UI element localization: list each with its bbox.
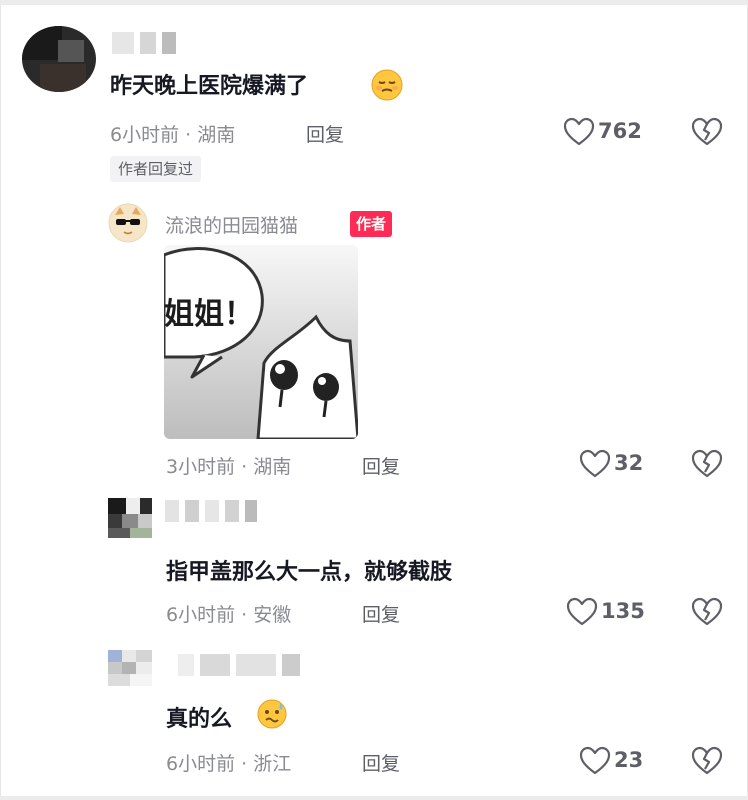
sticker-text: 姐姐！ [164, 297, 254, 332]
sleepy-emoji-icon [371, 69, 403, 101]
author-username[interactable]: 流浪的田园猫猫 [165, 211, 298, 238]
sticker-image[interactable]: 姐姐！ [164, 245, 358, 439]
username-blurred[interactable] [112, 32, 176, 54]
reply-button[interactable]: 回复 [362, 600, 400, 627]
like-count: 762 [598, 119, 642, 143]
author-avatar[interactable] [108, 203, 148, 243]
reply-button[interactable]: 回复 [362, 749, 400, 776]
bottom-divider [0, 796, 748, 800]
comment-text: 昨天晚上医院爆满了 [110, 74, 309, 99]
comment-meta: 6小时前 · 湖南 [110, 124, 236, 146]
author-reply-meta: 3小时前 · 湖南 [166, 456, 292, 478]
like-count: 135 [601, 599, 645, 623]
avatar[interactable] [108, 498, 152, 538]
broken-heart-icon[interactable] [690, 746, 724, 776]
broken-heart-icon[interactable] [690, 449, 724, 479]
sweat-emoji-icon [257, 699, 287, 729]
reply-button[interactable]: 回复 [306, 120, 344, 147]
top-divider [0, 0, 748, 5]
reply-text: 指甲盖那么大一点，就够截肢 [166, 560, 453, 585]
username-blurred[interactable] [178, 654, 300, 676]
broken-heart-icon[interactable] [690, 597, 724, 627]
broken-heart-icon[interactable] [690, 117, 724, 147]
heart-outline-icon[interactable] [578, 449, 612, 479]
username-blurred[interactable] [165, 500, 257, 522]
avatar[interactable] [22, 26, 96, 92]
reply-button[interactable]: 回复 [362, 452, 400, 479]
author-badge: 作者 [350, 211, 393, 237]
heart-outline-icon[interactable] [562, 117, 596, 147]
avatar[interactable] [108, 650, 152, 686]
heart-outline-icon[interactable] [565, 597, 599, 627]
reply-text: 真的么 [166, 707, 233, 732]
reply-meta: 6小时前 · 浙江 [166, 753, 292, 775]
heart-outline-icon[interactable] [578, 746, 612, 776]
author-replied-badge: 作者回复过 [110, 156, 202, 182]
like-count: 23 [614, 748, 644, 772]
reply-meta: 6小时前 · 安徽 [166, 604, 292, 626]
like-count: 32 [614, 451, 644, 475]
